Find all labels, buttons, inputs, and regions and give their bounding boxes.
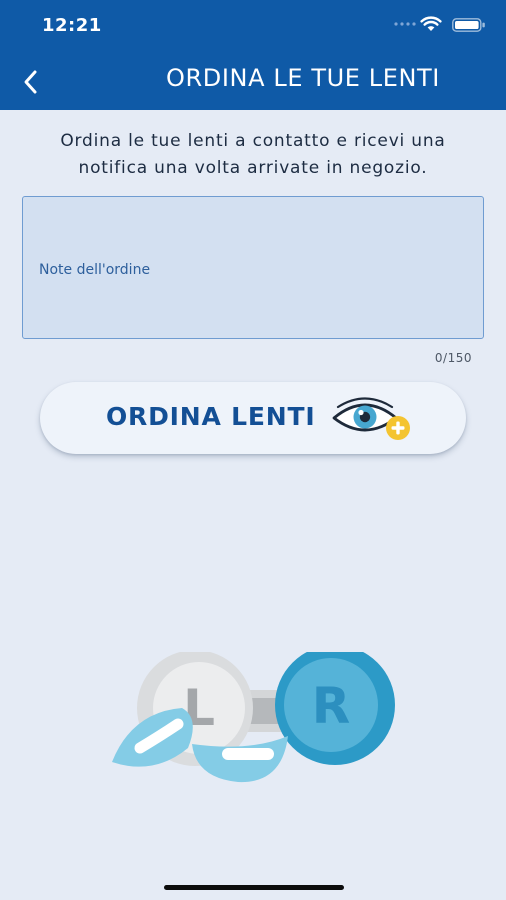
wifi-icon bbox=[420, 16, 442, 31]
intro-line-2: notifica una volta arrivate in negozio. bbox=[78, 158, 428, 178]
battery-icon bbox=[452, 18, 485, 32]
back-button[interactable] bbox=[14, 62, 48, 102]
app-header: 12:21 ORDINA LE TUE LENTI bbox=[0, 0, 506, 110]
status-time: 12:21 bbox=[42, 15, 102, 36]
order-notes-input[interactable] bbox=[37, 249, 461, 291]
order-notes-field[interactable] bbox=[22, 196, 484, 339]
chevron-left-icon bbox=[24, 70, 37, 94]
page-title: ORDINA LE TUE LENTI bbox=[166, 64, 440, 92]
eye-plus-icon bbox=[332, 397, 410, 440]
status-bar: 12:21 bbox=[0, 0, 506, 52]
intro-line-1: Ordina le tue lenti a contatto e ricevi … bbox=[60, 131, 446, 151]
order-lenses-label: ORDINA LENTI bbox=[106, 402, 316, 431]
intro-text: Ordina le tue lenti a contatto e ricevi … bbox=[20, 128, 486, 182]
character-counter: 0/150 bbox=[434, 351, 472, 365]
signal-dots-icon bbox=[394, 22, 416, 26]
order-lenses-button[interactable]: ORDINA LENTI bbox=[40, 382, 466, 454]
home-indicator[interactable] bbox=[164, 885, 344, 890]
contact-lens-case-icon: L R bbox=[112, 652, 395, 783]
lens-case-right-letter: R bbox=[312, 677, 351, 735]
